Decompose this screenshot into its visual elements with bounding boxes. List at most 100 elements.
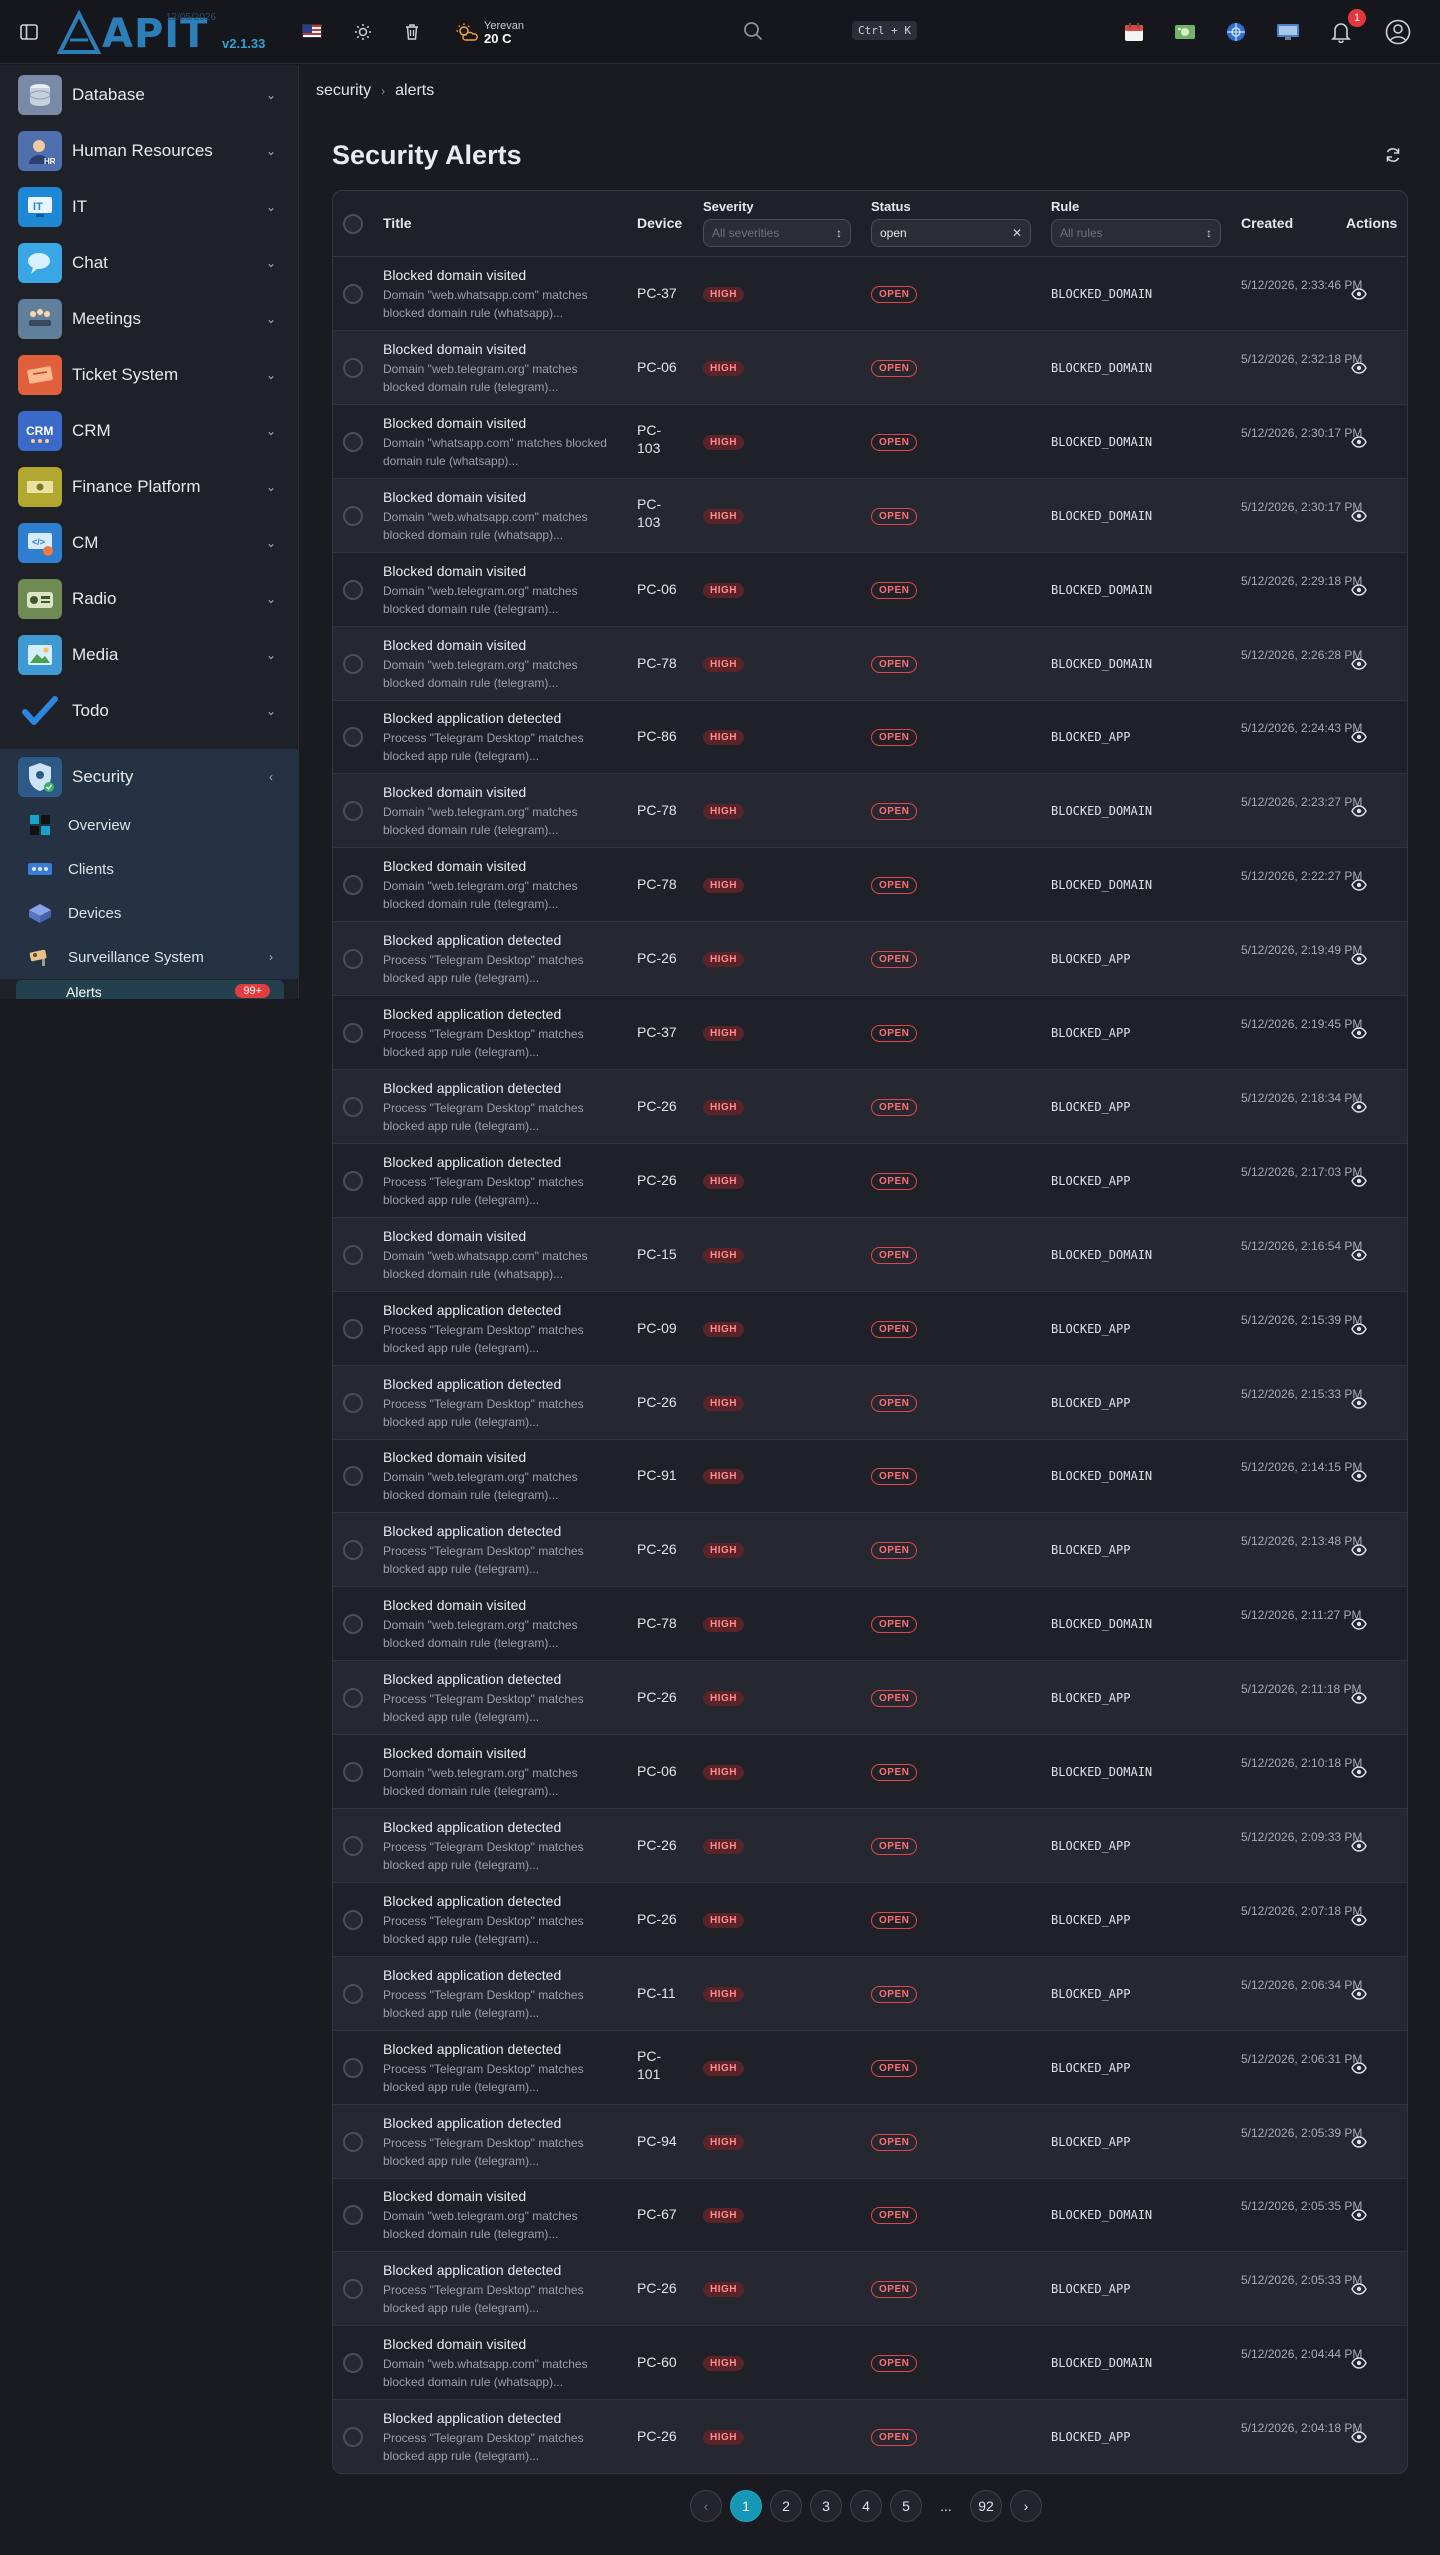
- table-row[interactable]: Blocked application detected Process "Tel…: [333, 2252, 1407, 2327]
- column-title[interactable]: Title: [383, 215, 412, 231]
- row-select-checkbox[interactable]: [343, 2427, 363, 2448]
- view-icon[interactable]: [1349, 2353, 1369, 2373]
- row-select-checkbox[interactable]: [343, 2057, 363, 2078]
- view-icon[interactable]: [1349, 654, 1369, 674]
- table-row[interactable]: Blocked application detected Process "Tel…: [333, 1883, 1407, 1957]
- row-select-checkbox[interactable]: [343, 1170, 363, 1191]
- view-icon[interactable]: [1349, 1836, 1369, 1856]
- sidebar-toggle-icon[interactable]: [17, 20, 41, 44]
- view-icon[interactable]: [1349, 580, 1369, 600]
- sidebar-subitem-alerts[interactable]: Alerts 99+: [16, 980, 284, 999]
- table-row[interactable]: Blocked domain visited Domain "web.telegr…: [333, 1439, 1407, 1514]
- table-row[interactable]: Blocked domain visited Domain "web.telegr…: [333, 1735, 1407, 1809]
- table-row[interactable]: Blocked domain visited Domain "web.telegr…: [333, 774, 1407, 849]
- table-row[interactable]: Blocked domain visited Domain "web.telegr…: [333, 553, 1407, 627]
- sidebar-item-it[interactable]: IT IT ⌄: [0, 179, 298, 235]
- severity-filter[interactable]: All severities ↕: [703, 219, 851, 247]
- rule-filter[interactable]: All rules ↕: [1051, 219, 1221, 247]
- sidebar-item-ticket-system[interactable]: Ticket System ⌄: [0, 347, 298, 403]
- us-flag-icon[interactable]: [302, 24, 322, 38]
- column-device[interactable]: Device: [637, 215, 682, 231]
- row-select-checkbox[interactable]: [343, 1318, 363, 1339]
- sidebar-item-finance-platform[interactable]: Finance Platform ⌄: [0, 459, 298, 515]
- view-icon[interactable]: [1349, 1393, 1369, 1413]
- view-icon[interactable]: [1349, 2279, 1369, 2299]
- sidebar-item-cm[interactable]: </> CM ⌄: [0, 515, 298, 571]
- sidebar-item-media[interactable]: Media ⌄: [0, 627, 298, 683]
- row-select-checkbox[interactable]: [343, 1983, 363, 2004]
- table-row[interactable]: Blocked domain visited Domain "web.telegr…: [333, 2178, 1407, 2253]
- view-icon[interactable]: [1349, 1245, 1369, 1265]
- table-row[interactable]: Blocked domain visited Domain "web.whatsa…: [333, 257, 1407, 331]
- view-icon[interactable]: [1349, 506, 1369, 526]
- view-icon[interactable]: [1349, 358, 1369, 378]
- row-select-checkbox[interactable]: [343, 1688, 363, 1709]
- row-select-checkbox[interactable]: [343, 875, 363, 896]
- view-icon[interactable]: [1349, 1614, 1369, 1634]
- sidebar-item-todo[interactable]: Todo ⌄: [0, 683, 298, 739]
- page-button-1[interactable]: 1: [730, 2490, 762, 2522]
- clear-filter-icon[interactable]: ✕: [1012, 226, 1022, 240]
- row-select-checkbox[interactable]: [343, 2279, 363, 2300]
- view-icon[interactable]: [1349, 1984, 1369, 2004]
- view-icon[interactable]: [1349, 1319, 1369, 1339]
- view-icon[interactable]: [1349, 1097, 1369, 1117]
- table-row[interactable]: Blocked domain visited Domain "web.whatsa…: [333, 2326, 1407, 2401]
- row-select-checkbox[interactable]: [343, 1909, 363, 1930]
- table-row[interactable]: Blocked application detected Process "Tel…: [333, 1144, 1407, 1218]
- view-icon[interactable]: [1349, 875, 1369, 895]
- table-row[interactable]: Blocked domain visited Domain "web.telegr…: [333, 848, 1407, 923]
- row-select-checkbox[interactable]: [343, 1466, 363, 1487]
- view-icon[interactable]: [1349, 1540, 1369, 1560]
- select-all-checkbox[interactable]: [343, 214, 363, 234]
- row-select-checkbox[interactable]: [343, 1392, 363, 1413]
- view-icon[interactable]: [1349, 2427, 1369, 2447]
- view-icon[interactable]: [1349, 2058, 1369, 2078]
- view-icon[interactable]: [1349, 284, 1369, 304]
- table-row[interactable]: Blocked application detected Process "Tel…: [333, 1808, 1407, 1883]
- breadcrumb-security[interactable]: security: [316, 82, 371, 100]
- theme-toggle-icon[interactable]: [351, 20, 375, 44]
- view-icon[interactable]: [1349, 2205, 1369, 2225]
- monitor-icon[interactable]: [1274, 18, 1302, 46]
- view-icon[interactable]: [1349, 1023, 1369, 1043]
- view-icon[interactable]: [1349, 432, 1369, 452]
- row-select-checkbox[interactable]: [343, 1540, 363, 1561]
- table-row[interactable]: Blocked application detected Process "Tel…: [333, 1661, 1407, 1736]
- page-button-2[interactable]: 2: [770, 2490, 802, 2522]
- refresh-icon[interactable]: [1382, 144, 1404, 166]
- prev-page-button[interactable]: ‹: [690, 2490, 722, 2522]
- sidebar-item-radio[interactable]: Radio ⌄: [0, 571, 298, 627]
- table-row[interactable]: Blocked application detected Process "Tel…: [333, 1956, 1407, 2031]
- table-row[interactable]: Blocked application detected Process "Tel…: [333, 2400, 1407, 2473]
- row-select-checkbox[interactable]: [343, 505, 363, 526]
- table-row[interactable]: Blocked domain visited Domain "whatsapp.c…: [333, 405, 1407, 479]
- finance-shortcut-icon[interactable]: [1171, 18, 1199, 46]
- search-shortcut[interactable]: Ctrl + K: [852, 21, 917, 40]
- table-row[interactable]: Blocked domain visited Domain "web.telegr…: [333, 330, 1407, 405]
- trash-icon[interactable]: [400, 20, 424, 44]
- view-icon[interactable]: [1349, 949, 1369, 969]
- network-icon[interactable]: [1222, 18, 1250, 46]
- view-icon[interactable]: [1349, 1762, 1369, 1782]
- column-created[interactable]: Created: [1241, 215, 1293, 231]
- sidebar-item-meetings[interactable]: Meetings ⌄: [0, 291, 298, 347]
- view-icon[interactable]: [1349, 2132, 1369, 2152]
- table-row[interactable]: Blocked application detected Process "Tel…: [333, 700, 1407, 775]
- row-select-checkbox[interactable]: [343, 284, 363, 304]
- table-row[interactable]: Blocked application detected Process "Tel…: [333, 922, 1407, 997]
- row-select-checkbox[interactable]: [343, 727, 363, 748]
- page-button-last[interactable]: 92: [970, 2490, 1002, 2522]
- table-row[interactable]: Blocked application detected Process "Tel…: [333, 1365, 1407, 1440]
- sidebar-subitem-clients[interactable]: Clients: [0, 847, 298, 891]
- row-select-checkbox[interactable]: [343, 1614, 363, 1635]
- row-select-checkbox[interactable]: [343, 1835, 363, 1856]
- row-select-checkbox[interactable]: [343, 357, 363, 378]
- row-select-checkbox[interactable]: [343, 1244, 363, 1265]
- row-select-checkbox[interactable]: [343, 2353, 363, 2374]
- row-select-checkbox[interactable]: [343, 801, 363, 822]
- row-select-checkbox[interactable]: [343, 949, 363, 970]
- sidebar-item-human-resources[interactable]: HR Human Resources ⌄: [0, 123, 298, 179]
- sidebar-item-crm[interactable]: CRM CRM ⌄: [0, 403, 298, 459]
- row-select-checkbox[interactable]: [343, 431, 363, 452]
